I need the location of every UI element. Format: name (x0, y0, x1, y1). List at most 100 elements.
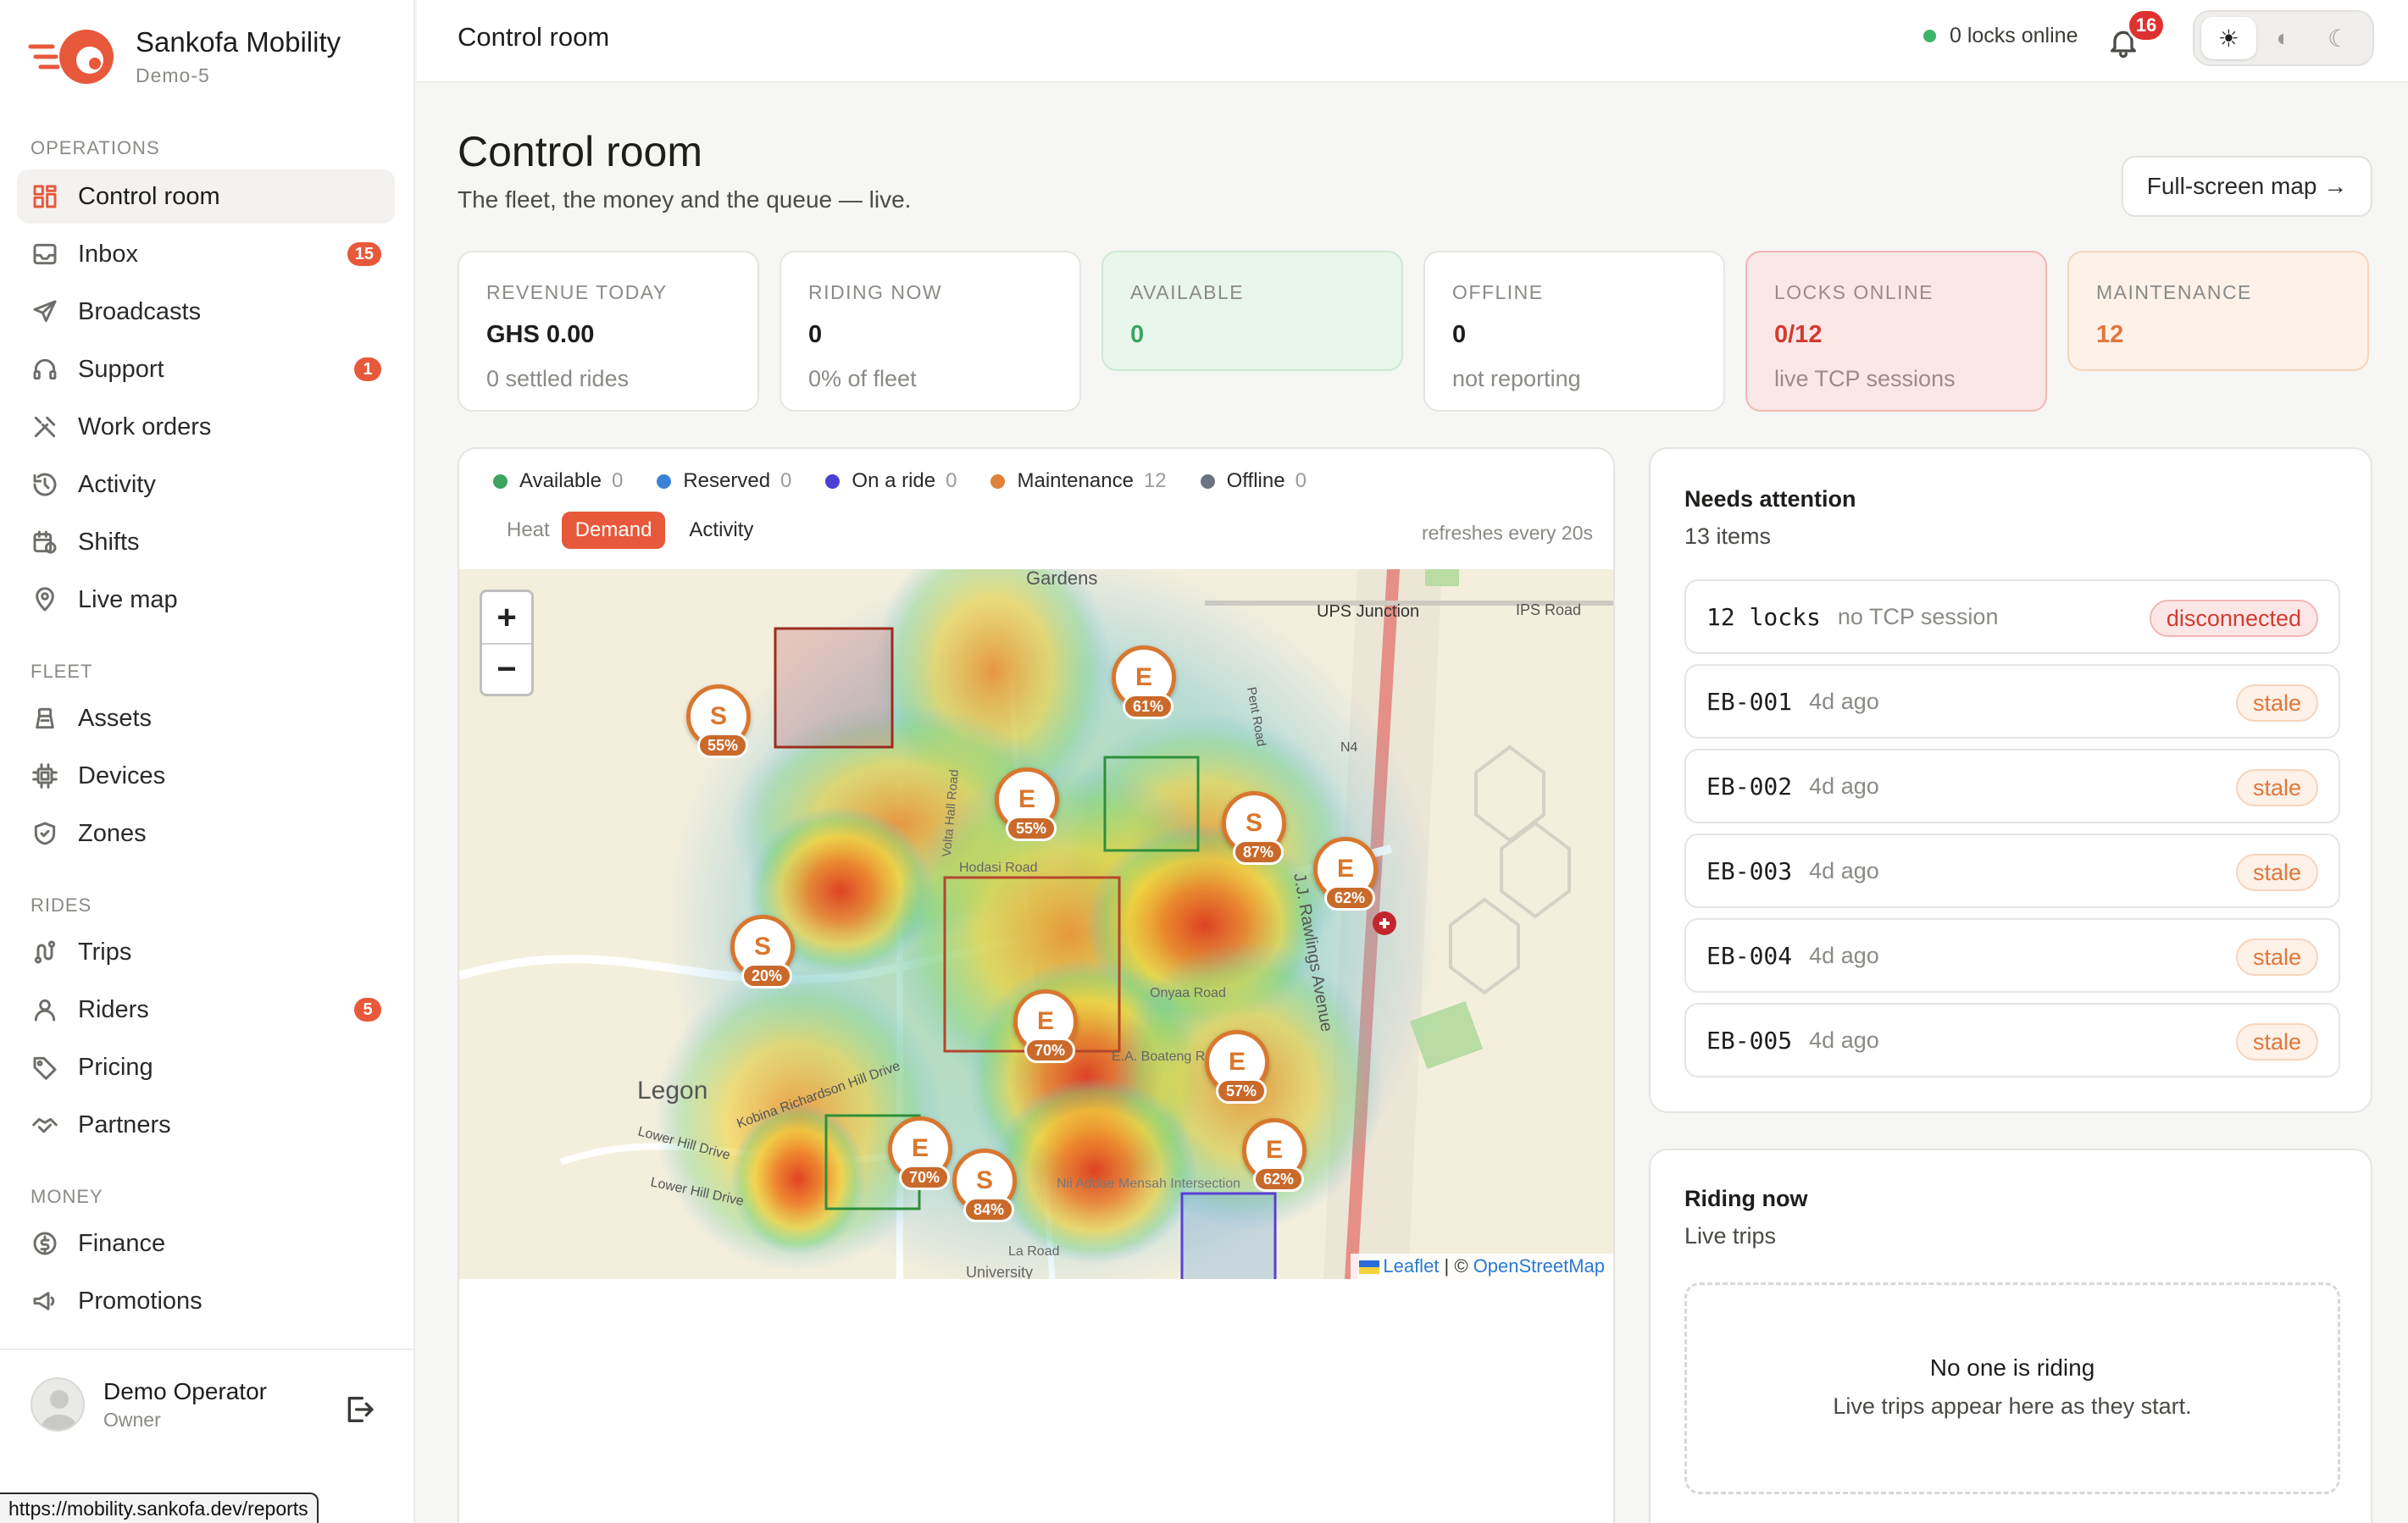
attention-row[interactable]: EB-005 4d ago stale (1684, 1003, 2340, 1077)
sidebar-item-inbox[interactable]: Inbox 15 (17, 227, 395, 281)
sidebar-item-trips[interactable]: Trips (17, 925, 395, 979)
marker-letter: S (975, 1166, 993, 1194)
sidebar-item-label: Devices (78, 762, 166, 789)
map-canvas[interactable]: Gardens UPS Junction IPS Road Legon Hoda… (459, 569, 1613, 1279)
sidebar-item-label: Control room (78, 182, 220, 210)
sidebar-item-shifts[interactable]: Shifts (17, 515, 395, 569)
map-label: UPS Junction (1317, 602, 1419, 621)
legend-maintenance[interactable]: Maintenance 12 (990, 469, 1167, 493)
stat-maintenance[interactable]: MAINTENANCE 12 (2067, 251, 2369, 371)
stat-label: AVAILABLE (1130, 281, 1245, 303)
attention-row[interactable]: EB-001 4d ago stale (1684, 664, 2340, 739)
sidebar-item-support[interactable]: Support 1 (17, 342, 395, 396)
map-marker[interactable]: S 55% (686, 684, 751, 758)
map-legend: Available 0 Reserved 0 On a ride 0 Maintena… (493, 469, 1340, 493)
legend-offline[interactable]: Offline 0 (1200, 469, 1307, 493)
legend-dot (825, 474, 841, 489)
map-pin-icon (31, 585, 59, 614)
sidebar-item-assets[interactable]: Assets (17, 691, 395, 745)
page-subtitle: The fleet, the money and the queue — liv… (458, 186, 912, 213)
map-label: Gardens (1026, 569, 1097, 589)
sidebar-item-label: Activity (78, 470, 156, 498)
sidebar-item-broadcasts[interactable]: Broadcasts (17, 285, 395, 339)
refresh-note: refreshes every 20s (1422, 522, 1593, 544)
tag-icon (31, 1053, 59, 1082)
sidebar-item-devices[interactable]: Devices (17, 749, 395, 803)
stat-offline[interactable]: OFFLINE 0 not reporting (1423, 251, 1725, 412)
sidebar-item-work-orders[interactable]: Work orders (17, 400, 395, 454)
osm-link[interactable]: OpenStreetMap (1473, 1255, 1605, 1277)
attention-row[interactable]: EB-002 4d ago stale (1684, 749, 2340, 823)
stat-available[interactable]: AVAILABLE 0 (1101, 251, 1403, 371)
half-circle-icon[interactable]: ◐ (2256, 17, 2311, 59)
moon-icon[interactable]: ☾ (2311, 17, 2366, 59)
sidebar-item-promotions[interactable]: Promotions (17, 1274, 395, 1328)
map-marker[interactable]: E 70% (888, 1116, 952, 1190)
legend-reserved[interactable]: Reserved 0 (657, 469, 791, 493)
map-label: Onyaa Road (1150, 986, 1226, 1000)
map-label: IPS Road (1516, 601, 1581, 618)
sidebar-item-live-map[interactable]: Live map (17, 573, 395, 627)
support-badge: 1 (354, 357, 381, 381)
map-marker[interactable]: E 61% (1112, 645, 1176, 719)
map-marker[interactable]: E 57% (1205, 1030, 1269, 1104)
sidebar-item-zones[interactable]: Zones (17, 806, 395, 861)
stat-label: OFFLINE (1452, 281, 1544, 303)
notifications-button[interactable]: 16 (2106, 8, 2166, 63)
map-marker[interactable]: E 55% (995, 767, 1059, 841)
legend-available[interactable]: Available 0 (493, 469, 623, 493)
map-marker[interactable]: E 62% (1242, 1118, 1307, 1192)
map-marker[interactable]: E 70% (1013, 989, 1078, 1063)
handshake-icon (31, 1110, 59, 1139)
theme-switch[interactable]: ☀ ◐ ☾ (2193, 10, 2374, 66)
map-marker[interactable]: S 84% (952, 1149, 1017, 1222)
sun-icon[interactable]: ☀ (2201, 17, 2256, 59)
sidebar-item-activity[interactable]: Activity (17, 457, 395, 512)
inbox-badge: 15 (347, 242, 381, 266)
attention-meta: no TCP session (1837, 603, 1999, 629)
user-profile[interactable]: Demo Operator Owner (31, 1377, 267, 1432)
zoom-in-button[interactable]: + (482, 592, 531, 643)
map-marker[interactable]: S 87% (1222, 791, 1286, 865)
sidebar-item-control-room[interactable]: Control room (17, 169, 395, 224)
zoom-out-button[interactable]: − (482, 643, 531, 694)
legend-count: 0 (780, 469, 792, 492)
bike-icon (31, 704, 59, 733)
zoom-control: + − (480, 590, 534, 696)
sankofa-logo (27, 26, 122, 87)
attention-code: EB-003 (1706, 856, 1793, 885)
legend-label: Available (519, 469, 602, 492)
tab-heat[interactable]: Heat (507, 518, 550, 542)
stat-revenue-today[interactable]: REVENUE TODAY GHS 0.00 0 settled rides (458, 251, 759, 412)
locks-online-indicator: 0 locks online (1923, 24, 2078, 48)
sidebar-item-riders[interactable]: Riders 5 (17, 983, 395, 1037)
user-role: Owner (103, 1408, 161, 1431)
attention-row[interactable]: EB-004 4d ago stale (1684, 918, 2340, 993)
logout-icon[interactable] (342, 1393, 376, 1426)
tab-demand[interactable]: Demand (561, 512, 666, 549)
map-mode-tabs: Heat Demand Activity (507, 512, 765, 549)
map-marker[interactable]: S 20% (730, 915, 795, 989)
attention-row[interactable]: 12 locks no TCP session disconnected (1684, 579, 2340, 654)
attention-row[interactable]: EB-003 4d ago stale (1684, 833, 2340, 908)
sidebar-item-partners[interactable]: Partners (17, 1098, 395, 1152)
stat-riding-now[interactable]: RIDING NOW 0 0% of fleet (780, 251, 1081, 412)
marker-letter: E (1036, 1007, 1054, 1035)
legend-on-a-ride[interactable]: On a ride 0 (825, 469, 957, 493)
marker-percent: 55% (697, 733, 748, 758)
sidebar-item-pricing[interactable]: Pricing (17, 1040, 395, 1094)
leaflet-link[interactable]: Leaflet (1383, 1255, 1439, 1277)
stat-value: 0 (808, 321, 823, 348)
tab-activity[interactable]: Activity (689, 518, 753, 542)
sidebar-item-label: Riders (78, 995, 149, 1023)
marker-percent: 62% (1324, 885, 1375, 911)
fullscreen-map-button[interactable]: Full-screen map → (2122, 156, 2372, 217)
brand[interactable]: Sankofa Mobility Demo-5 (27, 25, 341, 87)
map-marker[interactable]: E 62% (1313, 837, 1378, 911)
sidebar-item-finance[interactable]: Finance (17, 1216, 395, 1271)
top-bar: Control room 0 locks online 16 ☀ ◐ ☾ (417, 0, 2408, 83)
user-icon (31, 995, 59, 1024)
legend-count: 0 (611, 469, 624, 492)
stat-locks-online[interactable]: LOCKS ONLINE 0/12 live TCP sessions (1745, 251, 2047, 412)
attention-code: EB-005 (1706, 1026, 1793, 1055)
